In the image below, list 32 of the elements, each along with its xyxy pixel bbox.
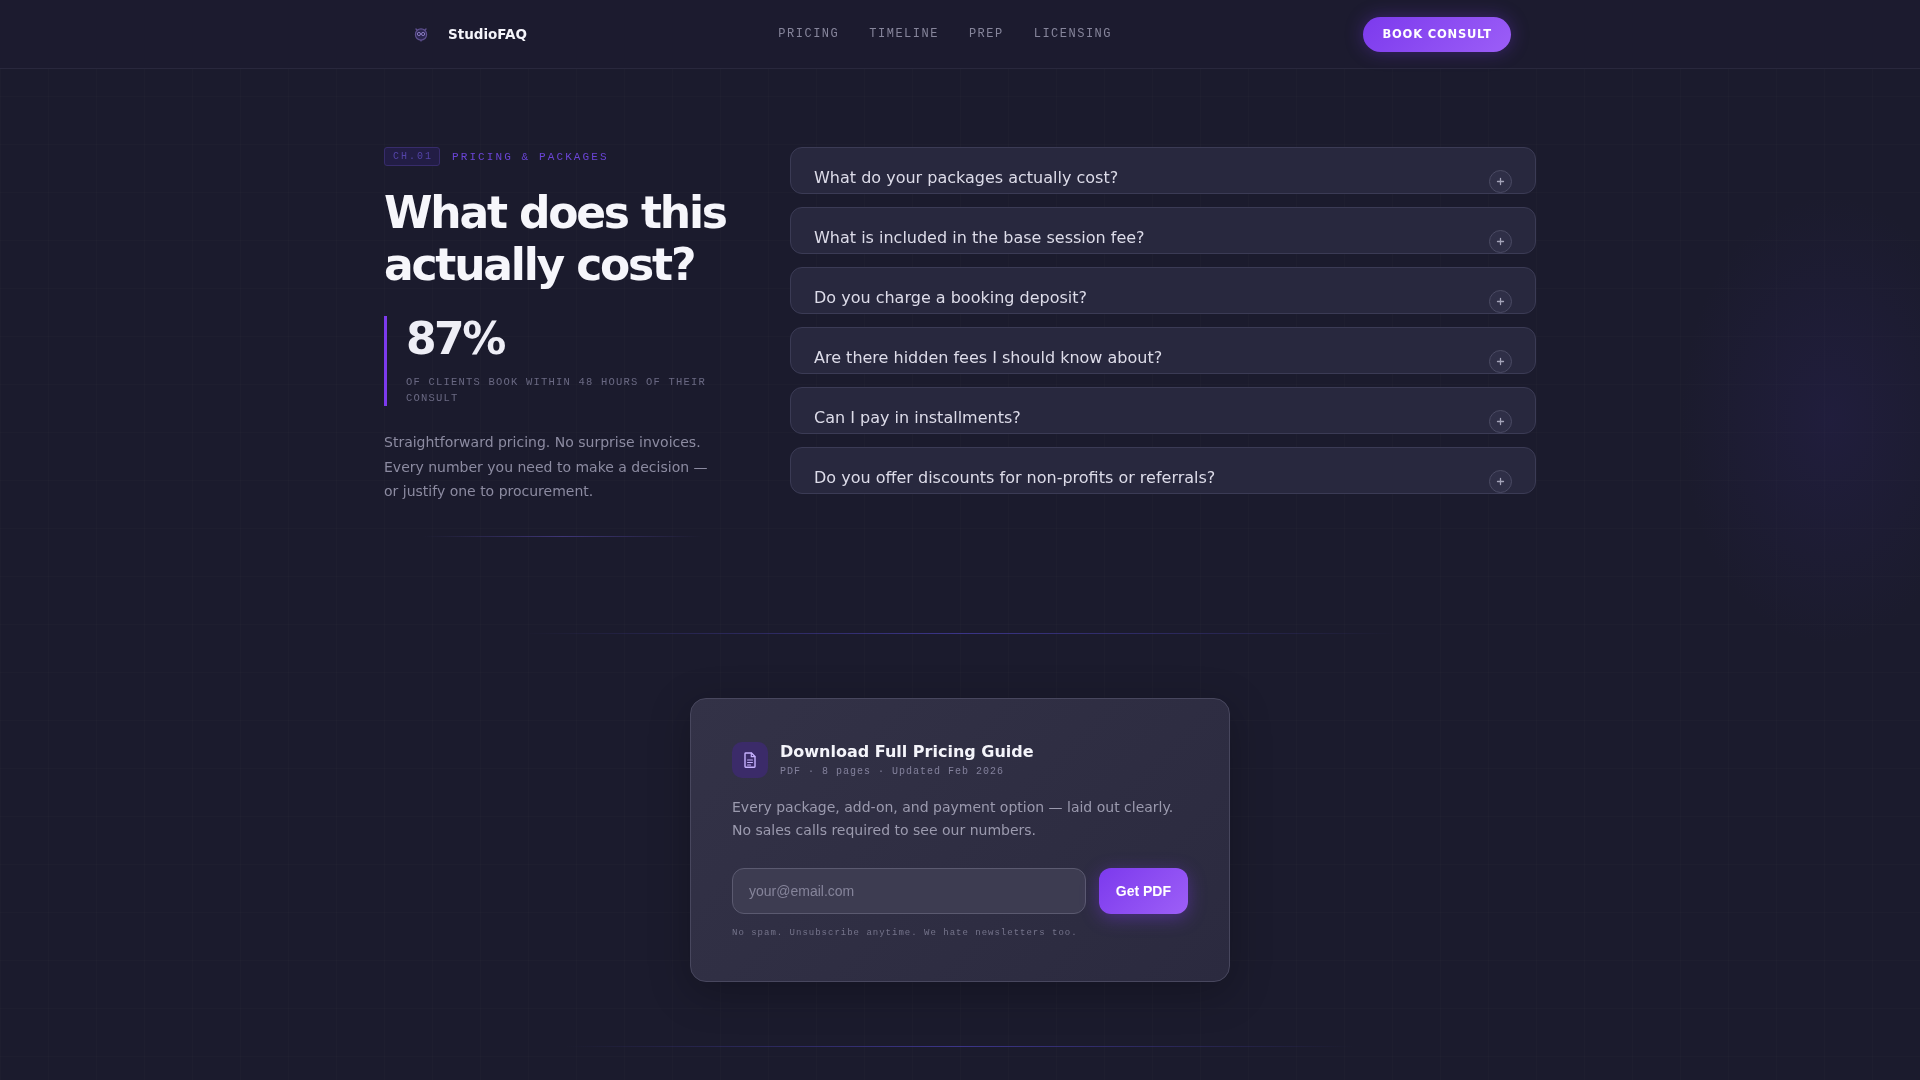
faq-question[interactable]: Are there hidden fees I should know about? <box>790 327 1536 374</box>
nav-link[interactable]: LICENSING <box>1033 27 1112 41</box>
email-field[interactable]: your@email.com <box>732 867 1086 914</box>
faq-question[interactable]: What do your packages actually cost? <box>790 147 1536 194</box>
plus-icon <box>1489 470 1512 493</box>
owl-icon <box>413 26 429 42</box>
card-description: Every package, add-on, and payment option — laid out clearly. No sales calls required to see our numbers. <box>732 797 1175 840</box>
get-pdf-button[interactable]: Get PDF <box>1098 867 1188 914</box>
plus-icon <box>1489 410 1512 433</box>
plus-icon <box>1489 170 1512 193</box>
plus-icon <box>1489 350 1512 373</box>
section-eyebrow: PRICING & PACKAGES <box>452 150 609 163</box>
stat-value: 87% <box>406 316 506 362</box>
stat-caption: OF CLIENTS BOOK WITHIN 48 HOURS OF THEIR CONSULT <box>406 375 708 406</box>
document-icon <box>732 742 768 778</box>
chapter-tag: CH.01 <box>384 147 440 166</box>
book-consult-button[interactable]: BOOK CONSULT <box>1363 16 1511 52</box>
intro-paragraph: Straightforward pricing. No surprise invoices. Every number you need to make a decision — or justify one to procurement. <box>384 433 709 501</box>
brand-name: StudioFAQ <box>448 26 527 42</box>
faq-question[interactable]: Do you charge a booking deposit? <box>790 267 1536 314</box>
nav-link[interactable]: PRICING <box>778 27 840 41</box>
plus-icon <box>1489 290 1512 313</box>
nav-link[interactable]: TIMELINE <box>869 27 939 41</box>
card-title: Download Full Pricing Guide <box>780 741 1034 762</box>
privacy-note: No spam. Unsubscribe anytime. We hate newsletters too. <box>732 926 1079 940</box>
page-heading: What does this actually cost? <box>384 187 727 291</box>
faq-question[interactable]: What is included in the base session fee? <box>790 207 1536 254</box>
plus-icon <box>1489 230 1512 253</box>
faq-question[interactable]: Do you offer discounts for non-profits or referrals? <box>790 447 1536 494</box>
nav-link[interactable]: PREP <box>968 27 1004 41</box>
card-meta: PDF · 8 pages · Updated Feb 2026 <box>780 764 1006 779</box>
faq-question[interactable]: Can I pay in installments? <box>790 387 1536 434</box>
